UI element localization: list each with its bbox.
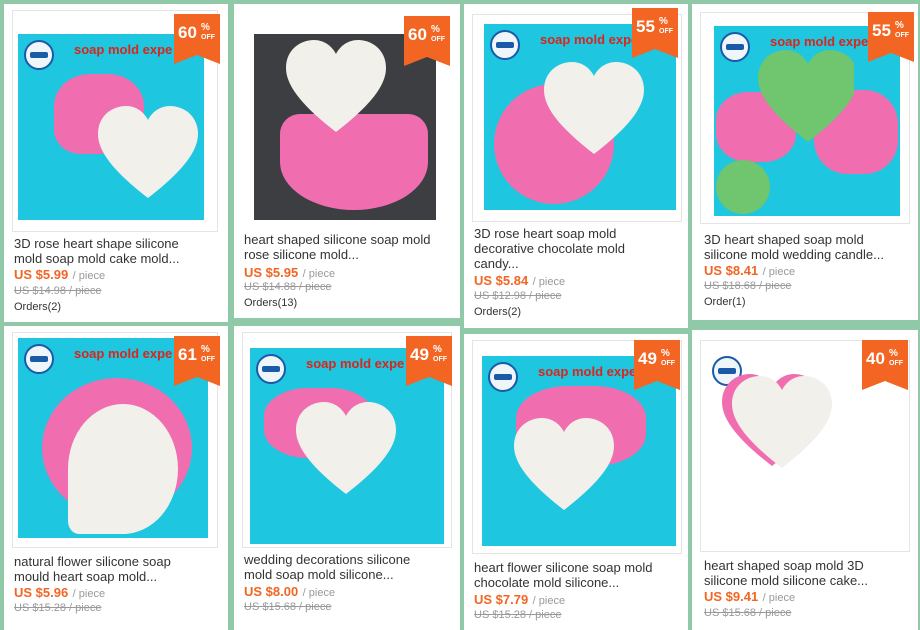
price-row: US $9.41 / piece — [704, 588, 795, 606]
product-card[interactable]: soap mold expe 55 % OFF 3D heart shaped … — [692, 4, 918, 320]
product-title[interactable]: 3D rose heart shape silicone mold soap m… — [14, 236, 224, 266]
original-price: US $15.68 / piece — [704, 607, 792, 619]
original-price: US $12.98 / piece — [474, 290, 562, 302]
price-row: US $5.84 / piece — [474, 272, 565, 290]
orders-count[interactable]: Orders(13) — [244, 297, 297, 309]
price-unit: / piece — [532, 276, 566, 288]
orders-count[interactable]: Order(1) — [704, 296, 746, 308]
product-card[interactable]: soap mold expe 61 % OFF natural flower s… — [4, 326, 228, 630]
original-price: US $14.98 / piece — [14, 285, 102, 297]
white-flower-soap — [68, 404, 178, 534]
price: US $8.41 — [704, 263, 759, 278]
price-row: US $8.41 / piece — [704, 262, 795, 280]
price-row: US $5.99 / piece — [14, 266, 105, 284]
price-row: US $5.95 / piece — [244, 264, 335, 282]
white-heart-soap — [98, 106, 198, 198]
price-unit: / piece — [302, 587, 336, 599]
price-row: US $8.00 / piece — [244, 583, 335, 601]
original-price: US $14.88 / piece — [244, 281, 332, 293]
product-title[interactable]: heart shaped silicone soap mold rose sil… — [244, 232, 456, 262]
product-title[interactable]: 3D rose heart soap mold decorative choco… — [474, 226, 684, 271]
green-small-soap — [716, 160, 770, 214]
price: US $5.96 — [14, 585, 69, 600]
product-card[interactable]: 40 % OFF heart shaped soap mold 3D silic… — [692, 330, 918, 630]
price-row: US $5.96 / piece — [14, 584, 105, 602]
price: US $8.00 — [244, 584, 299, 599]
product-title[interactable]: heart shaped soap mold 3D silicone mold … — [704, 558, 914, 588]
brand-label: soap mold expe — [306, 356, 405, 371]
brand-logo — [256, 354, 286, 384]
brand-logo — [488, 362, 518, 392]
brand-label: soap mold expe — [538, 364, 637, 379]
brand-logo — [490, 30, 520, 60]
original-price: US $15.68 / piece — [244, 601, 332, 613]
original-price: US $15.28 / piece — [14, 602, 102, 614]
original-price: US $15.28 / piece — [474, 609, 562, 621]
price: US $5.95 — [244, 265, 299, 280]
brand-logo — [24, 344, 54, 374]
original-price: US $18.68 / piece — [704, 280, 792, 292]
price: US $5.99 — [14, 267, 69, 282]
price-unit: / piece — [72, 588, 106, 600]
brand-label: soap mold expe — [770, 34, 869, 49]
pink-heart-mold — [280, 114, 428, 210]
price-unit: / piece — [762, 266, 796, 278]
brand-logo — [720, 32, 750, 62]
price: US $9.41 — [704, 589, 759, 604]
product-title[interactable]: 3D heart shaped soap mold silicone mold … — [704, 232, 914, 262]
price-unit: / piece — [532, 595, 566, 607]
product-card[interactable]: soap mold expe 55 % OFF 3D rose heart so… — [464, 4, 688, 328]
brand-label: soap mold expe — [540, 32, 639, 47]
product-card[interactable]: soap mold expe 49 % OFF heart flower sil… — [464, 334, 688, 630]
product-card[interactable]: 60 % OFF heart shaped silicone soap mold… — [234, 4, 460, 318]
brand-label: soap mold expe — [74, 42, 173, 57]
orders-count[interactable]: Orders(2) — [474, 306, 521, 318]
product-title[interactable]: natural flower silicone soap mould heart… — [14, 554, 224, 584]
orders-count[interactable]: Orders(2) — [14, 301, 61, 313]
price: US $7.79 — [474, 592, 529, 607]
white-heart-soap — [296, 402, 432, 532]
price-unit: / piece — [302, 268, 336, 280]
brand-label: soap mold expe — [74, 346, 173, 361]
price-row: US $7.79 / piece — [474, 591, 565, 609]
price: US $5.84 — [474, 273, 529, 288]
product-title[interactable]: wedding decorations silicone mold soap m… — [244, 552, 456, 582]
product-card[interactable]: soap mold expe 49 % OFF wedding decorati… — [234, 326, 460, 630]
price-unit: / piece — [762, 592, 796, 604]
brand-logo — [24, 40, 54, 70]
product-card[interactable]: soap mold expe 60 % OFF 3D rose heart sh… — [4, 4, 228, 322]
white-heart-soap — [732, 376, 878, 510]
price-unit: / piece — [72, 270, 106, 282]
product-title[interactable]: heart flower silicone soap mold chocolat… — [474, 560, 684, 590]
